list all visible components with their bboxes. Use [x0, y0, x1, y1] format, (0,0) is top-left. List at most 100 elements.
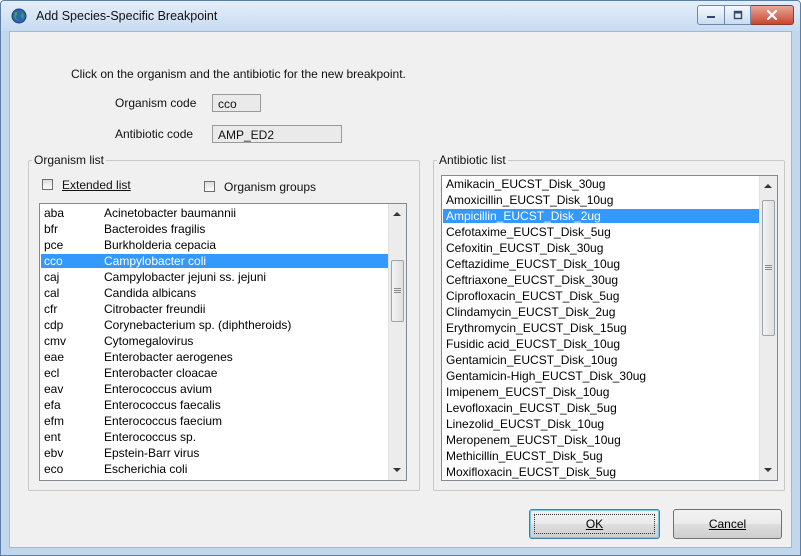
scroll-up-arrow-icon[interactable]	[393, 212, 401, 216]
minimize-button[interactable]	[697, 5, 725, 25]
antibiotic-list-item[interactable]: Imipenem_EUCST_Disk_10ug	[443, 385, 759, 399]
antibiotic-list-item[interactable]: Gentamicin-High_EUCST_Disk_30ug	[443, 369, 759, 383]
organism-name-cell: Campylobacter jejuni ss. jejuni	[104, 270, 267, 284]
organism-code-cell: cco	[44, 254, 63, 268]
organism-list-item[interactable]: bfr Bacteroides fragilis	[41, 222, 388, 236]
organism-list-legend: Organism list	[34, 153, 105, 167]
scroll-down-arrow-icon[interactable]	[393, 468, 401, 472]
antibiotic-name-cell: Clindamycin_EUCST_Disk_2ug	[446, 305, 616, 319]
antibiotic-list-item[interactable]: Methicillin_EUCST_Disk_5ug	[443, 449, 759, 463]
dialog-window: Add Species-Specific Breakpoint Click on…	[0, 0, 801, 556]
antibiotic-list-item[interactable]: Ceftazidime_EUCST_Disk_10ug	[443, 257, 759, 271]
antibiotic-list-item[interactable]: Moxifloxacin_EUCST_Disk_5ug	[443, 465, 759, 479]
organism-listbox[interactable]: aba Acinetobacter baumannii bfr Bacteroides…	[39, 203, 407, 481]
organism-name-cell: Enterococcus faecium	[104, 414, 223, 428]
antibiotic-name-cell: Moxifloxacin_EUCST_Disk_5ug	[446, 465, 617, 479]
organism-groups-checkbox[interactable]	[204, 181, 215, 192]
organism-code-cell: pce	[44, 238, 64, 252]
antibiotic-name-cell: Fusidic acid_EUCST_Disk_10ug	[446, 337, 621, 351]
antibiotic-name-cell: Cefotaxime_EUCST_Disk_5ug	[446, 225, 611, 239]
minimize-icon	[707, 16, 715, 18]
organism-list-item[interactable]: eav Enterococcus avium	[41, 382, 388, 396]
organism-list-item[interactable]: cal Candida albicans	[41, 286, 388, 300]
cancel-button[interactable]: Cancel	[673, 509, 782, 539]
organism-code-cell: aba	[44, 206, 65, 220]
antibiotic-list-item[interactable]: Ampicillin_EUCST_Disk_2ug	[443, 209, 759, 223]
organism-code-label: Organism code	[115, 96, 197, 110]
scroll-up-arrow-icon[interactable]	[764, 184, 772, 188]
scroll-thumb[interactable]	[762, 200, 775, 336]
antibiotic-name-cell: Meropenem_EUCST_Disk_10ug	[446, 433, 621, 447]
organism-name-cell: Citrobacter freundii	[104, 302, 206, 316]
scroll-grip-icon	[394, 288, 401, 293]
window-title: Add Species-Specific Breakpoint	[36, 9, 218, 23]
antibiotic-list-item[interactable]: Erythromycin_EUCST_Disk_15ug	[443, 321, 759, 335]
organism-list-item[interactable]: cfr Citrobacter freundii	[41, 302, 388, 316]
extended-list-label[interactable]: Extended list	[62, 178, 131, 192]
organism-list-item[interactable]: ent Enterococcus sp.	[41, 430, 388, 444]
organism-list-item[interactable]: efa Enterococcus faecalis	[41, 398, 388, 412]
organism-name-cell: Acinetobacter baumannii	[104, 206, 237, 220]
organism-list-item[interactable]: eco Escherichia coli	[41, 462, 388, 476]
antibiotic-list-item[interactable]: Ceftriaxone_EUCST_Disk_30ug	[443, 273, 759, 287]
antibiotic-list-item[interactable]: Linezolid_EUCST_Disk_10ug	[443, 417, 759, 431]
antibiotic-listbox[interactable]: Amikacin_EUCST_Disk_30ug Amoxicillin_EUCS…	[441, 175, 778, 481]
extended-list-label-text: Extended list	[62, 178, 131, 192]
antibiotic-list-item[interactable]: Levofloxacin_EUCST_Disk_5ug	[443, 401, 759, 415]
organism-list-item[interactable]: efm Enterococcus faecium	[41, 414, 388, 428]
organism-list-item[interactable]: cco Campylobacter coli	[41, 254, 388, 268]
organism-code-cell: eav	[44, 382, 64, 396]
antibiotic-name-cell: Gentamicin_EUCST_Disk_10ug	[446, 353, 618, 367]
organism-code-cell: efa	[44, 398, 61, 412]
antibiotic-name-cell: Cefoxitin_EUCST_Disk_30ug	[446, 241, 604, 255]
scroll-thumb[interactable]	[391, 260, 404, 322]
antibiotic-name-cell: Imipenem_EUCST_Disk_10ug	[446, 385, 610, 399]
antibiotic-list-item[interactable]: Clindamycin_EUCST_Disk_2ug	[443, 305, 759, 319]
organism-name-cell: Escherichia coli	[104, 462, 188, 476]
antibiotic-list-item[interactable]: Gentamicin_EUCST_Disk_10ug	[443, 353, 759, 367]
organism-list-item[interactable]: cdp Corynebacterium sp. (diphtheroids)	[41, 318, 388, 332]
organism-list-item[interactable]: pce Burkholderia cepacia	[41, 238, 388, 252]
antibiotic-list-item[interactable]: Cefoxitin_EUCST_Disk_30ug	[443, 241, 759, 255]
extended-list-checkbox[interactable]	[42, 179, 53, 190]
organism-list-item[interactable]: eae Enterobacter aerogenes	[41, 350, 388, 364]
antibiotic-name-cell: Linezolid_EUCST_Disk_10ug	[446, 417, 605, 431]
organism-code-cell: cal	[44, 286, 60, 300]
organism-list-item[interactable]: aba Acinetobacter baumannii	[41, 206, 388, 220]
antibiotic-code-label: Antibiotic code	[115, 127, 194, 141]
organism-groups-label[interactable]: Organism groups	[224, 180, 316, 194]
organism-code-cell: ebv	[44, 446, 64, 460]
antibiotic-list-item[interactable]: Meropenem_EUCST_Disk_10ug	[443, 433, 759, 447]
antibiotic-name-cell: Methicillin_EUCST_Disk_5ug	[446, 449, 603, 463]
scroll-down-arrow-icon[interactable]	[764, 468, 772, 472]
cancel-button-label: Cancel	[708, 517, 747, 531]
antibiotic-list-item[interactable]: Cefotaxime_EUCST_Disk_5ug	[443, 225, 759, 239]
antibiotic-list-item[interactable]: Amoxicillin_EUCST_Disk_10ug	[443, 193, 759, 207]
antibiotic-list-item[interactable]: Fusidic acid_EUCST_Disk_10ug	[443, 337, 759, 351]
organism-list-item[interactable]: cmv Cytomegalovirus	[41, 334, 388, 348]
organism-list-scrollbar[interactable]	[388, 204, 406, 480]
antibiotic-list-item[interactable]: Amikacin_EUCST_Disk_30ug	[443, 177, 759, 191]
antibiotic-name-cell: Gentamicin-High_EUCST_Disk_30ug	[446, 369, 647, 383]
antibiotic-name-cell: Ciprofloxacin_EUCST_Disk_5ug	[446, 289, 620, 303]
organism-name-cell: Campylobacter coli	[104, 254, 207, 268]
close-button[interactable]	[751, 5, 794, 25]
organism-list-item[interactable]: caj Campylobacter jejuni ss. jejuni	[41, 270, 388, 284]
antibiotic-list-item[interactable]: Ciprofloxacin_EUCST_Disk_5ug	[443, 289, 759, 303]
organism-name-cell: Epstein-Barr virus	[104, 446, 200, 460]
antibiotic-name-cell: Ceftazidime_EUCST_Disk_10ug	[446, 257, 621, 271]
maximize-button[interactable]	[725, 5, 751, 25]
globe-icon	[11, 8, 27, 24]
organism-name-cell: Enterococcus avium	[104, 382, 213, 396]
organism-code-cell: caj	[44, 270, 60, 284]
title-bar[interactable]: Add Species-Specific Breakpoint	[1, 1, 800, 31]
antibiotic-name-cell: Ampicillin_EUCST_Disk_2ug	[446, 209, 601, 223]
organism-list-item[interactable]: ecl Enterobacter cloacae	[41, 366, 388, 380]
organism-code-cell: ent	[44, 430, 61, 444]
ok-button[interactable]: OK	[529, 509, 660, 539]
antibiotic-name-cell: Erythromycin_EUCST_Disk_15ug	[446, 321, 627, 335]
antibiotic-list-scrollbar[interactable]	[759, 176, 777, 480]
close-icon	[766, 9, 778, 21]
organism-code-cell: eae	[44, 350, 65, 364]
organism-list-item[interactable]: ebv Epstein-Barr virus	[41, 446, 388, 460]
